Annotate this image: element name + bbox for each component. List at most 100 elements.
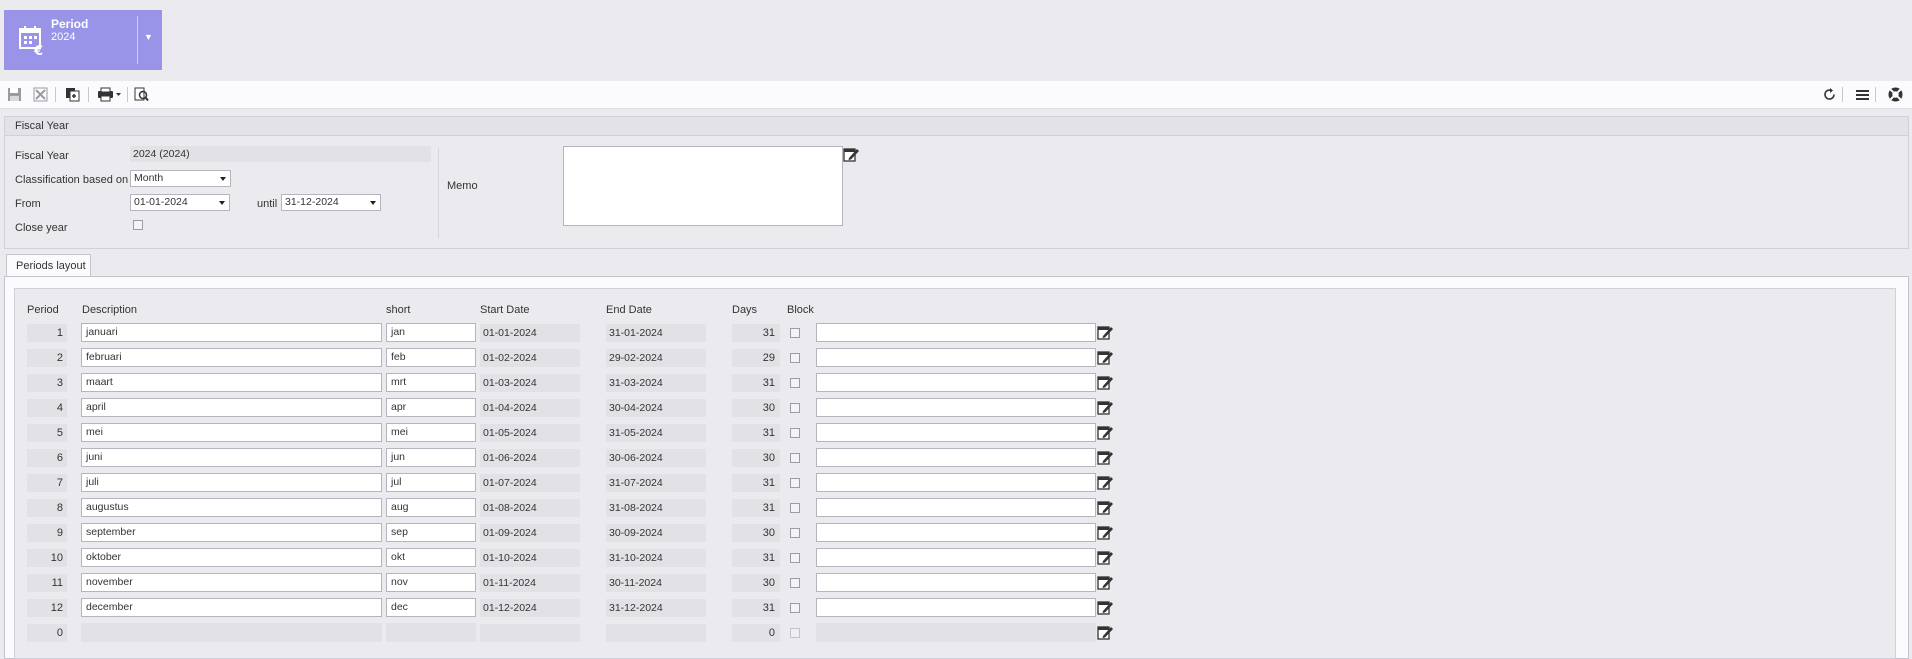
row-memo-input[interactable] xyxy=(816,473,1096,492)
edit-row-icon[interactable] xyxy=(1097,574,1114,591)
days-value: 31 xyxy=(732,549,780,567)
start-date-value: 01-03-2024 xyxy=(480,374,580,392)
row-memo-input[interactable] xyxy=(816,598,1096,617)
description-input[interactable]: november xyxy=(81,573,382,592)
edit-row-icon[interactable] xyxy=(1097,549,1114,566)
row-memo-input[interactable] xyxy=(816,323,1096,342)
print-icon[interactable] xyxy=(96,85,124,104)
edit-row-icon[interactable] xyxy=(1097,424,1114,441)
period-number: 2 xyxy=(27,349,67,367)
block-checkbox[interactable] xyxy=(790,328,800,338)
description-input[interactable]: april xyxy=(81,398,382,417)
block-checkbox[interactable] xyxy=(790,403,800,413)
description-input[interactable]: mei xyxy=(81,423,382,442)
copy-icon[interactable] xyxy=(63,85,82,104)
short-input[interactable]: aug xyxy=(386,498,476,517)
edit-row-icon[interactable] xyxy=(1097,599,1114,616)
short-input[interactable]: okt xyxy=(386,548,476,567)
description-input[interactable]: juni xyxy=(81,448,382,467)
description-input[interactable]: juli xyxy=(81,473,382,492)
description-input[interactable]: januari xyxy=(81,323,382,342)
row-memo-input[interactable] xyxy=(816,448,1096,467)
delete-icon[interactable] xyxy=(31,85,50,104)
block-checkbox[interactable] xyxy=(790,503,800,513)
period-selector[interactable]: € Period 2024 ▼ xyxy=(4,10,162,70)
short-input[interactable]: feb xyxy=(386,348,476,367)
table-row: 9 september sep 01-09-2024 30-09-2024 30 xyxy=(0,523,1150,544)
col-header-days: Days xyxy=(732,304,758,316)
short-input[interactable]: jan xyxy=(386,323,476,342)
short-input[interactable]: mei xyxy=(386,423,476,442)
block-checkbox[interactable] xyxy=(790,353,800,363)
short-input[interactable]: dec xyxy=(386,598,476,617)
edit-row-icon[interactable] xyxy=(1097,474,1114,491)
column-divider xyxy=(438,148,439,238)
description-input[interactable]: oktober xyxy=(81,548,382,567)
description-input[interactable]: december xyxy=(81,598,382,617)
description-input[interactable]: augustus xyxy=(81,498,382,517)
fiscal-year-section: Fiscal Year xyxy=(4,116,1909,249)
short-input[interactable]: jun xyxy=(386,448,476,467)
edit-row-icon[interactable] xyxy=(1097,499,1114,516)
edit-row-icon[interactable] xyxy=(1097,399,1114,416)
table-row: 11 november nov 01-11-2024 30-11-2024 30 xyxy=(0,573,1150,594)
block-checkbox[interactable] xyxy=(790,428,800,438)
start-date-value: 01-01-2024 xyxy=(480,324,580,342)
edit-row-icon[interactable] xyxy=(1097,349,1114,366)
short-input[interactable]: mrt xyxy=(386,373,476,392)
start-date-value: 01-12-2024 xyxy=(480,599,580,617)
short-input[interactable]: sep xyxy=(386,523,476,542)
block-checkbox[interactable] xyxy=(790,578,800,588)
edit-row-icon[interactable] xyxy=(1097,324,1114,341)
description-input xyxy=(81,623,382,642)
row-memo-input xyxy=(816,623,1096,642)
short-input[interactable]: nov xyxy=(386,573,476,592)
edit-row-icon[interactable] xyxy=(1097,449,1114,466)
row-memo-input[interactable] xyxy=(816,548,1096,567)
refresh-icon[interactable] xyxy=(1820,85,1839,104)
tab-periods-layout[interactable]: Periods layout xyxy=(6,254,91,277)
description-input[interactable]: februari xyxy=(81,348,382,367)
short-input[interactable]: jul xyxy=(386,473,476,492)
row-memo-input[interactable] xyxy=(816,498,1096,517)
edit-row-icon[interactable] xyxy=(1097,374,1114,391)
row-memo-input[interactable] xyxy=(816,423,1096,442)
end-date-value: 31-05-2024 xyxy=(606,424,706,442)
days-value: 30 xyxy=(732,574,780,592)
row-memo-input[interactable] xyxy=(816,398,1096,417)
menu-icon[interactable] xyxy=(1853,85,1872,104)
classification-label: Classification based on xyxy=(15,174,129,186)
from-date-field[interactable]: 01-01-2024 xyxy=(130,194,230,211)
short-input[interactable]: apr xyxy=(386,398,476,417)
table-row: 6 juni jun 01-06-2024 30-06-2024 30 xyxy=(0,448,1150,469)
edit-memo-icon[interactable] xyxy=(843,146,860,163)
description-input[interactable]: september xyxy=(81,523,382,542)
fiscal-year-label: Fiscal Year xyxy=(15,150,69,162)
block-checkbox[interactable] xyxy=(790,453,800,463)
description-input[interactable]: maart xyxy=(81,373,382,392)
row-memo-input[interactable] xyxy=(816,573,1096,592)
block-checkbox[interactable] xyxy=(790,528,800,538)
block-checkbox[interactable] xyxy=(790,553,800,563)
edit-row-icon[interactable] xyxy=(1097,624,1114,641)
start-date-value: 01-11-2024 xyxy=(480,574,580,592)
block-checkbox[interactable] xyxy=(790,478,800,488)
row-memo-input[interactable] xyxy=(816,348,1096,367)
memo-textarea[interactable] xyxy=(563,146,843,226)
toolbar xyxy=(0,81,1912,109)
save-icon[interactable] xyxy=(5,85,24,104)
edit-row-icon[interactable] xyxy=(1097,524,1114,541)
block-checkbox[interactable] xyxy=(790,603,800,613)
days-value: 30 xyxy=(732,399,780,417)
row-memo-input[interactable] xyxy=(816,523,1096,542)
chevron-down-icon[interactable]: ▼ xyxy=(144,32,153,42)
row-memo-input[interactable] xyxy=(816,373,1096,392)
block-checkbox xyxy=(790,628,800,638)
close-year-checkbox[interactable] xyxy=(133,220,143,230)
preview-icon[interactable] xyxy=(132,85,151,104)
classification-select[interactable]: Month xyxy=(130,170,231,187)
block-checkbox[interactable] xyxy=(790,378,800,388)
until-date-field[interactable]: 31-12-2024 xyxy=(281,194,381,211)
start-date-value: 01-08-2024 xyxy=(480,499,580,517)
help-icon[interactable] xyxy=(1886,85,1905,104)
